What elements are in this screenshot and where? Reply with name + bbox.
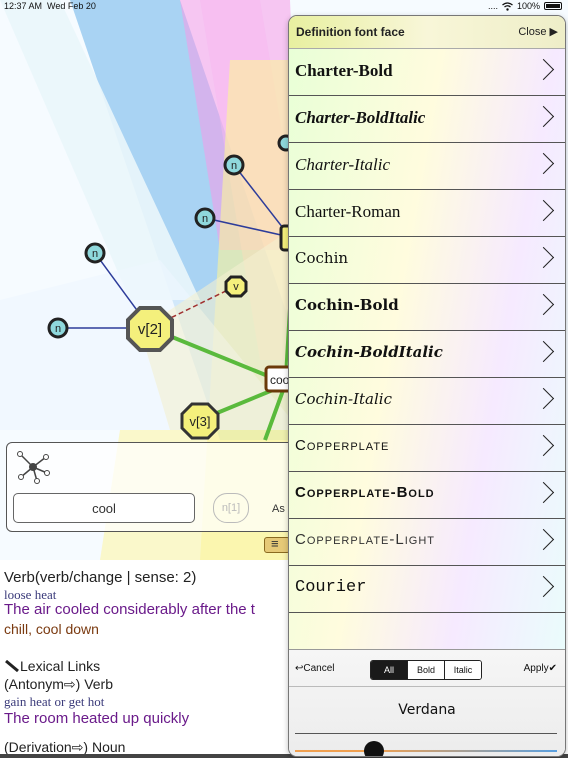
svg-text:n: n xyxy=(55,323,61,335)
font-picker-controls: ↩Cancel All Bold Italic Apply✔ Verdana xyxy=(289,649,565,756)
font-item-cochin-bold[interactable]: Cochin-Bold xyxy=(289,284,565,331)
status-time: 12:37 AM Wed Feb 20 xyxy=(4,1,96,11)
slider-thumb[interactable] xyxy=(364,741,384,756)
graph-network-icon[interactable] xyxy=(15,449,51,485)
node-n2: n xyxy=(194,207,216,229)
font-item-charter-bold[interactable]: Charter-Bold xyxy=(289,49,565,96)
svg-text:n: n xyxy=(202,213,208,225)
chevron-right-icon xyxy=(532,434,555,457)
divider xyxy=(289,686,565,687)
font-picker-title: Definition font face xyxy=(296,25,405,39)
example-sentence: The air cooled considerably after the t xyxy=(4,601,255,618)
chevron-right-icon xyxy=(532,152,555,175)
chevron-right-icon xyxy=(532,246,555,269)
node-n3: n xyxy=(84,242,106,264)
svg-text:n: n xyxy=(231,160,237,172)
close-button[interactable]: Close ▶ xyxy=(518,25,558,38)
apply-button[interactable]: Apply✔ xyxy=(524,663,557,674)
font-picker-header: Definition font face Close ▶ xyxy=(289,16,565,49)
signal-indicator: .... xyxy=(487,1,498,11)
wifi-icon xyxy=(502,1,513,11)
ghost-node: n[1] xyxy=(213,493,249,523)
sense-header: Verb(verb/change | sense: 2) xyxy=(4,569,197,586)
menu-icon[interactable] xyxy=(264,536,290,553)
style-filter: All Bold Italic xyxy=(370,660,482,680)
status-right: .... 100% xyxy=(488,1,562,11)
pencil-icon xyxy=(5,659,19,673)
svg-text:v[3]: v[3] xyxy=(190,414,211,429)
chevron-right-icon xyxy=(532,199,555,222)
chevron-right-icon xyxy=(532,58,555,81)
svg-text:n: n xyxy=(92,248,98,260)
filter-all-button[interactable]: All xyxy=(371,661,407,679)
antonym-header[interactable]: (Antonym⇨) Verb xyxy=(4,676,113,693)
font-item-charter-bolditalic[interactable]: Charter-BoldItalic xyxy=(289,96,565,143)
search-input[interactable]: cool xyxy=(13,493,195,523)
node-v3: v[3] xyxy=(180,402,220,440)
antonym-gloss: gain heat or get hot xyxy=(4,694,105,709)
svg-text:coo: coo xyxy=(270,373,290,387)
font-item-courier[interactable]: Courier xyxy=(289,566,565,613)
font-picker-panel: Definition font face Close ▶ Charter-Bol… xyxy=(288,15,566,757)
chevron-right-icon xyxy=(532,528,555,551)
chevron-right-icon xyxy=(532,105,555,128)
font-item-charter-roman[interactable]: Charter-Roman xyxy=(289,190,565,237)
node-v-small: v xyxy=(224,275,248,298)
node-n1: n xyxy=(223,154,245,176)
font-item-charter-italic[interactable]: Charter-Italic xyxy=(289,143,565,190)
font-item-cochin-bolditalic[interactable]: Cochin-BoldItalic xyxy=(289,331,565,378)
font-item-copperplate[interactable]: Copperplate xyxy=(289,425,565,472)
selected-font-preview: Verdana xyxy=(398,702,456,718)
font-item-cochin[interactable]: Cochin xyxy=(289,237,565,284)
filter-bold-button[interactable]: Bold xyxy=(407,661,444,679)
slider-guide xyxy=(295,733,557,734)
chevron-right-icon xyxy=(532,293,555,316)
node-v2: v[2] xyxy=(126,306,174,352)
synonyms[interactable]: chill, cool down xyxy=(4,621,99,637)
battery-percent: 100% xyxy=(516,1,540,11)
partial-label: As xyxy=(272,503,285,515)
font-item-copperplate-bold[interactable]: Copperplate-Bold xyxy=(289,472,565,519)
font-item-cochin-italic[interactable]: Cochin-Italic xyxy=(289,378,565,425)
search-panel: cool n[1] As xyxy=(6,442,308,532)
svg-text:v[2]: v[2] xyxy=(138,321,162,338)
cancel-button[interactable]: ↩Cancel xyxy=(295,663,335,674)
antonym-example: The room heated up quickly xyxy=(4,710,190,727)
filter-italic-button[interactable]: Italic xyxy=(444,661,481,679)
font-size-slider[interactable] xyxy=(295,750,557,752)
chevron-right-icon xyxy=(532,340,555,363)
chevron-right-icon xyxy=(532,387,555,410)
lexical-links-heading: Lexical Links xyxy=(4,658,100,674)
battery-icon xyxy=(544,2,562,10)
font-item-copperplate-light[interactable]: Copperplate-Light xyxy=(289,519,565,566)
svg-text:v: v xyxy=(233,281,239,293)
node-n4: n xyxy=(47,317,69,339)
status-bar: 12:37 AM Wed Feb 20 .... 100% xyxy=(0,0,568,14)
chevron-right-icon xyxy=(532,481,555,504)
chevron-right-icon xyxy=(532,575,555,598)
font-list[interactable]: Charter-Bold Charter-BoldItalic Charter-… xyxy=(289,49,565,649)
